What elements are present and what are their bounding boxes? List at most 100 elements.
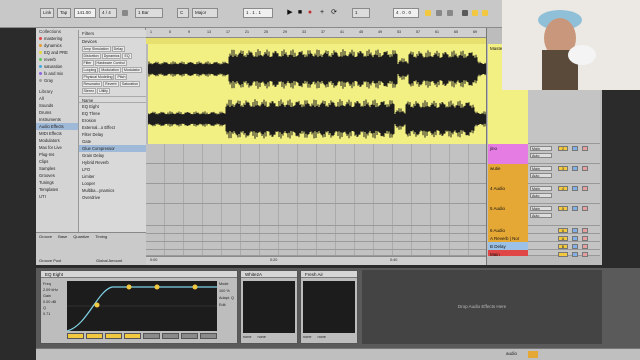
- groove-pool-column[interactable]: Base: [58, 234, 67, 239]
- filter-tag[interactable]: Amp Simulation: [81, 45, 111, 52]
- collection-item[interactable]: mastering: [36, 35, 78, 42]
- track-lane[interactable]: [146, 144, 486, 164]
- collection-item[interactable]: reverb: [36, 56, 78, 63]
- library-item[interactable]: UTI: [36, 193, 78, 200]
- loop-switch-icon[interactable]: ⟳: [330, 8, 338, 18]
- solo-button[interactable]: [572, 166, 578, 171]
- track-header[interactable]: jino: [488, 144, 528, 164]
- track-name[interactable]: wutie: [490, 166, 501, 171]
- track-name[interactable]: Main: [490, 252, 500, 257]
- library-item[interactable]: Drums: [36, 109, 78, 116]
- track-header[interactable]: wutie: [488, 164, 528, 184]
- eq-band-toggle[interactable]: [105, 333, 122, 339]
- device-list-item[interactable]: Hybrid Reverb: [79, 159, 146, 166]
- filter-tag[interactable]: Distortion: [81, 52, 101, 59]
- eq-adapt-q-toggle[interactable]: Adapt. Q: [219, 295, 237, 302]
- filter-tag[interactable]: Dynamics: [101, 52, 122, 59]
- device-list-item[interactable]: EQ Three: [79, 110, 146, 117]
- library-item[interactable]: Plug-Ins: [36, 151, 78, 158]
- name-column-header[interactable]: Name: [79, 96, 146, 103]
- filter-tag[interactable]: Resonator: [81, 80, 103, 87]
- eq-band-3-handle[interactable]: [154, 284, 160, 290]
- link-button[interactable]: Link: [40, 8, 54, 18]
- collection-item[interactable]: dynamics: [36, 42, 78, 49]
- eq-band-toggle[interactable]: [162, 333, 179, 339]
- eq-scale-value[interactable]: 100 %: [219, 288, 237, 295]
- track-name[interactable]: 5 Audio: [490, 206, 505, 211]
- arm-button[interactable]: [582, 228, 588, 233]
- filters-heading[interactable]: Filters: [79, 30, 146, 38]
- track-io-select[interactable]: Main: [530, 146, 552, 151]
- solo-button[interactable]: [572, 236, 578, 241]
- play-icon[interactable]: ▶: [286, 8, 294, 18]
- eq-band-4-handle[interactable]: [192, 284, 198, 290]
- library-item[interactable]: Instruments: [36, 116, 78, 123]
- arm-button[interactable]: [582, 206, 588, 211]
- track-monitor-select[interactable]: Auto: [530, 153, 552, 158]
- track-lane[interactable]: [146, 184, 486, 204]
- filter-tag[interactable]: Modulation: [99, 66, 121, 73]
- filter-tag[interactable]: Delay: [111, 45, 125, 52]
- track-lane[interactable]: [146, 234, 486, 242]
- solo-button[interactable]: [572, 252, 578, 257]
- track-monitor-select[interactable]: Auto: [530, 193, 552, 198]
- library-item[interactable]: Modulators: [36, 137, 78, 144]
- eq-eight-title[interactable]: EQ Eight: [41, 271, 237, 278]
- white2a-plugin-window[interactable]: [243, 281, 295, 333]
- eq-band-1-handle[interactable]: [94, 302, 100, 308]
- device-list-item[interactable]: Filter Delay: [79, 131, 146, 138]
- track-activator[interactable]: 5: [558, 206, 568, 211]
- library-item[interactable]: Samples: [36, 165, 78, 172]
- track-activator[interactable]: B: [558, 244, 568, 249]
- library-item[interactable]: All: [36, 95, 78, 102]
- fresh-air-preset-b[interactable]: none: [317, 335, 325, 339]
- stop-icon[interactable]: ■: [296, 8, 304, 18]
- white2a-preset-a[interactable]: none: [243, 335, 251, 339]
- track-header[interactable]: 4 Audio: [488, 184, 528, 204]
- track-activator[interactable]: 6: [558, 228, 568, 233]
- library-item[interactable]: MIDI Effects: [36, 130, 78, 137]
- eq-band-toggle[interactable]: [181, 333, 198, 339]
- library-item[interactable]: Templates: [36, 186, 78, 193]
- eq-band-toggle[interactable]: [124, 333, 141, 339]
- collection-item[interactable]: fx and mix: [36, 70, 78, 77]
- eq-display[interactable]: [66, 281, 217, 332]
- library-item[interactable]: Tunings: [36, 179, 78, 186]
- filter-tag[interactable]: Stereo: [81, 87, 97, 94]
- track-header[interactable]: B Delay: [488, 242, 528, 250]
- track-lane[interactable]: [146, 204, 486, 226]
- library-item[interactable]: Audio Effects: [36, 123, 78, 130]
- track-header[interactable]: 6 Audio: [488, 226, 528, 234]
- track-activator[interactable]: [558, 252, 568, 257]
- track-lane[interactable]: [146, 226, 486, 234]
- loop-end-field[interactable]: 4 . 0 . 0: [393, 8, 419, 18]
- position-field[interactable]: 1 . 1 . 1: [243, 8, 273, 18]
- scale-select[interactable]: Major: [192, 8, 218, 18]
- draw-mode-icon[interactable]: [425, 10, 431, 16]
- groove-pool-column[interactable]: Timing: [95, 234, 107, 239]
- track-name[interactable]: 4 Audio: [490, 186, 505, 191]
- device-list-item[interactable]: Glue Compressor: [79, 145, 146, 152]
- track-name[interactable]: 6 Audio: [490, 228, 505, 233]
- groove-pool-column[interactable]: Quantize: [73, 234, 89, 239]
- track-header[interactable]: Main: [488, 250, 528, 257]
- filter-tag[interactable]: Pitch: [115, 73, 128, 80]
- eq-band-toggle[interactable]: [143, 333, 160, 339]
- solo-button[interactable]: [572, 228, 578, 233]
- track-activator[interactable]: 3: [558, 166, 568, 171]
- device-list-item[interactable]: Overdrive: [79, 194, 146, 201]
- eq-band-toggle[interactable]: [86, 333, 103, 339]
- metronome-icon[interactable]: [122, 10, 128, 16]
- solo-button[interactable]: [572, 146, 578, 151]
- track-name[interactable]: A Reverb | Nor: [490, 236, 519, 241]
- track-monitor-select[interactable]: Auto: [530, 173, 552, 178]
- loop-length-field[interactable]: 1: [352, 8, 370, 18]
- filter-tag[interactable]: Filter: [81, 59, 94, 66]
- overdub-icon[interactable]: +: [318, 8, 326, 18]
- groove-pool-column[interactable]: Groove: [39, 234, 52, 239]
- library-item[interactable]: Max for Live: [36, 144, 78, 151]
- track-header[interactable]: A Reverb | Nor: [488, 234, 528, 242]
- filter-tag[interactable]: Utility: [97, 87, 110, 94]
- eq-band-2-handle[interactable]: [126, 284, 132, 290]
- tap-tempo-button[interactable]: Tap: [57, 8, 71, 18]
